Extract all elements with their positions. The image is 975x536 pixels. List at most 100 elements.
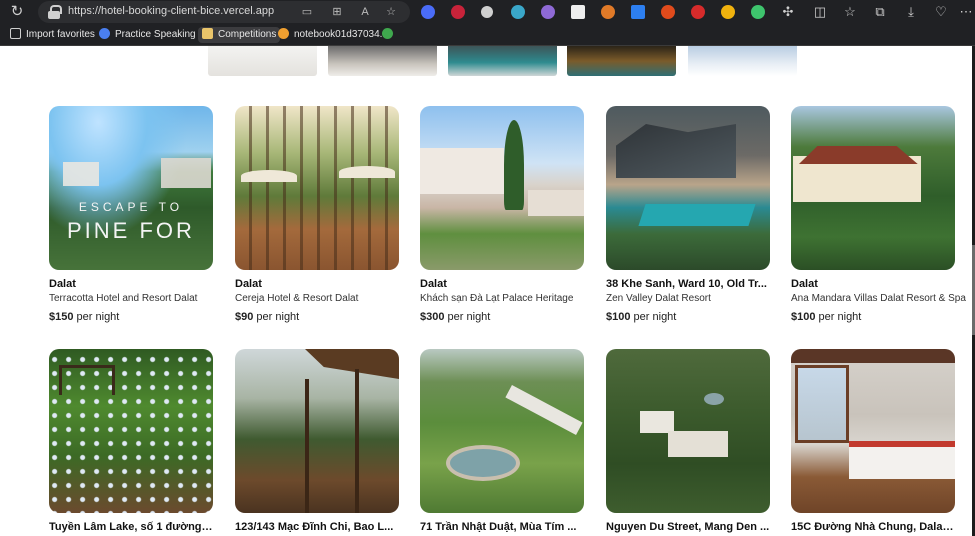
extension-icon-3[interactable] xyxy=(481,6,493,18)
listing-photo[interactable] xyxy=(791,106,955,270)
listing-photo[interactable] xyxy=(420,349,584,513)
extension-icon-6[interactable] xyxy=(571,5,585,19)
listing-name: Khách sạn Đà Lạt Palace Heritage xyxy=(420,293,574,304)
listing-card[interactable]: 38 Khe Sanh, Ward 10, Old Tr... Zen Vall… xyxy=(606,106,770,323)
listing-location: 38 Khe Sanh, Ward 10, Old Tr... xyxy=(606,278,767,290)
extension-icon-5[interactable] xyxy=(541,5,555,19)
pine-tree-shape xyxy=(504,120,524,210)
listing-location: Dalat xyxy=(49,278,76,290)
split-screen-icon[interactable]: ◫ xyxy=(812,4,828,20)
downloads-icon[interactable]: ⤓ xyxy=(903,4,919,20)
listing-price: $300 per night xyxy=(420,311,491,323)
listing-location: 71 Trần Nhật Duật, Mùa Tím ... xyxy=(420,521,577,533)
extension-icon-12[interactable] xyxy=(751,5,765,19)
extension-icon-1[interactable] xyxy=(421,5,435,19)
roof-shape xyxy=(305,349,399,379)
listing-price: $150 per night xyxy=(49,311,120,323)
bookmark-import-favorites[interactable]: Import favorites xyxy=(10,27,95,43)
building-shape xyxy=(63,162,99,186)
collections-icon[interactable]: ⧉ xyxy=(872,4,888,20)
import-icon xyxy=(10,28,21,39)
extension-icon-10[interactable] xyxy=(691,5,705,19)
bookmark-competitions[interactable]: Competitions xyxy=(198,27,281,43)
favorites-icon[interactable]: ☆ xyxy=(842,4,858,20)
thumbnail-4[interactable] xyxy=(567,46,676,76)
curtain-rail xyxy=(791,349,955,363)
extension-icon-9[interactable] xyxy=(661,5,675,19)
extension-icon-2[interactable] xyxy=(451,5,465,19)
listing-photo[interactable] xyxy=(235,349,399,513)
reload-icon[interactable]: ↻ xyxy=(8,3,26,21)
bookmark-notebook[interactable]: notebook01d37034... xyxy=(278,27,388,43)
listing-card[interactable]: Dalat Ana Mandara Villas Dalat Resort & … xyxy=(791,106,966,323)
listing-card[interactable]: Nguyen Du Street, Mang Den ... xyxy=(606,349,770,533)
colab-icon xyxy=(278,28,289,39)
listing-location: 123/143 Mạc Đĩnh Chi, Bao L... xyxy=(235,521,394,533)
listing-photo[interactable]: ESCAPE TO PINE FOR xyxy=(49,106,213,270)
thumbnail-3[interactable] xyxy=(448,46,557,76)
villa-shape xyxy=(640,411,674,433)
browser-toolbar: ↻ https://hotel-booking-client-bice.verc… xyxy=(0,0,975,24)
listing-photo[interactable] xyxy=(791,349,955,513)
listing-card[interactable]: Dalat Khách sạn Đà Lạt Palace Heritage $… xyxy=(420,106,584,323)
thumbnail-2[interactable] xyxy=(328,46,437,76)
listing-price: $100 per night xyxy=(606,311,677,323)
metamask-icon[interactable] xyxy=(601,5,615,19)
listing-card[interactable]: 71 Trần Nhật Duật, Mùa Tím ... xyxy=(420,349,584,533)
profile-heart-icon[interactable]: ♡ xyxy=(933,4,949,20)
url-text[interactable]: https://hotel-booking-client-bice.vercel… xyxy=(68,5,274,17)
building-shape xyxy=(528,190,584,216)
overlay-text-line-2: PINE FOR xyxy=(67,218,195,243)
listing-location: Dalat xyxy=(420,278,447,290)
listing-card[interactable]: ESCAPE TO PINE FOR Dalat Terracotta Hote… xyxy=(49,106,213,323)
listing-card[interactable]: 123/143 Mạc Đĩnh Chi, Bao L... xyxy=(235,349,399,533)
bed-shape xyxy=(849,441,955,479)
fence-shape xyxy=(505,385,583,435)
listing-location: Tuyền Lâm Lake, số 1 đường ... xyxy=(49,521,213,533)
green-bookmark-icon xyxy=(382,28,393,39)
listing-name: Cereja Hotel & Resort Dalat xyxy=(235,293,359,304)
lock-icon[interactable] xyxy=(48,5,62,19)
umbrella-shape xyxy=(241,170,297,182)
listing-card[interactable]: 15C Đường Nhà Chung, Dalat... xyxy=(791,349,955,533)
listing-location: Dalat xyxy=(791,278,818,290)
building-shape xyxy=(420,148,504,194)
roof-shape xyxy=(616,124,736,178)
bookmarks-bar: Import favorites Practice Speaking E... … xyxy=(0,24,975,46)
listing-photo[interactable] xyxy=(420,106,584,270)
more-icon[interactable]: ⋯ xyxy=(958,4,974,20)
listing-location: Dalat xyxy=(235,278,262,290)
listing-photo[interactable] xyxy=(606,106,770,270)
qr-icon[interactable]: ⊞ xyxy=(330,5,344,19)
umbrella-shape xyxy=(339,166,395,178)
listing-name: Terracotta Hotel and Resort Dalat xyxy=(49,293,198,304)
overlay-text-line-1: ESCAPE TO xyxy=(78,200,184,214)
read-aloud-icon[interactable]: ▭ xyxy=(300,5,314,19)
listing-photo[interactable] xyxy=(49,349,213,513)
extension-icon-4[interactable] xyxy=(511,5,525,19)
pond-shape xyxy=(446,445,520,481)
extension-icon-11[interactable] xyxy=(721,5,735,19)
thumbnail-1[interactable] xyxy=(208,46,317,76)
bookmark-practice-speaking[interactable]: Practice Speaking E... xyxy=(99,27,213,43)
page-content: ESCAPE TO PINE FOR Dalat Terracotta Hote… xyxy=(0,46,975,536)
globe-icon xyxy=(99,28,110,39)
text-size-icon[interactable]: A xyxy=(358,5,372,19)
address-bar[interactable]: https://hotel-booking-client-bice.vercel… xyxy=(38,1,410,23)
bookmark-green[interactable] xyxy=(382,27,398,43)
listing-card[interactable]: Tuyền Lâm Lake, số 1 đường ... xyxy=(49,349,213,533)
building-shape xyxy=(161,158,211,188)
listing-name: Zen Valley Dalat Resort xyxy=(606,293,711,304)
listing-photo[interactable] xyxy=(606,349,770,513)
extensions-puzzle-icon[interactable]: ✣ xyxy=(780,4,796,20)
favorite-star-icon[interactable]: ☆ xyxy=(384,5,398,19)
post-shape xyxy=(355,369,359,513)
listing-photo[interactable] xyxy=(235,106,399,270)
post-shape xyxy=(305,379,309,513)
listing-card[interactable]: Dalat Cereja Hotel & Resort Dalat $90 pe… xyxy=(235,106,399,323)
extension-icon-8[interactable] xyxy=(631,5,645,19)
pond-shape xyxy=(704,393,724,405)
thumbnail-5[interactable] xyxy=(688,46,797,76)
treehouse-shape xyxy=(59,365,115,395)
folder-icon xyxy=(202,28,213,39)
